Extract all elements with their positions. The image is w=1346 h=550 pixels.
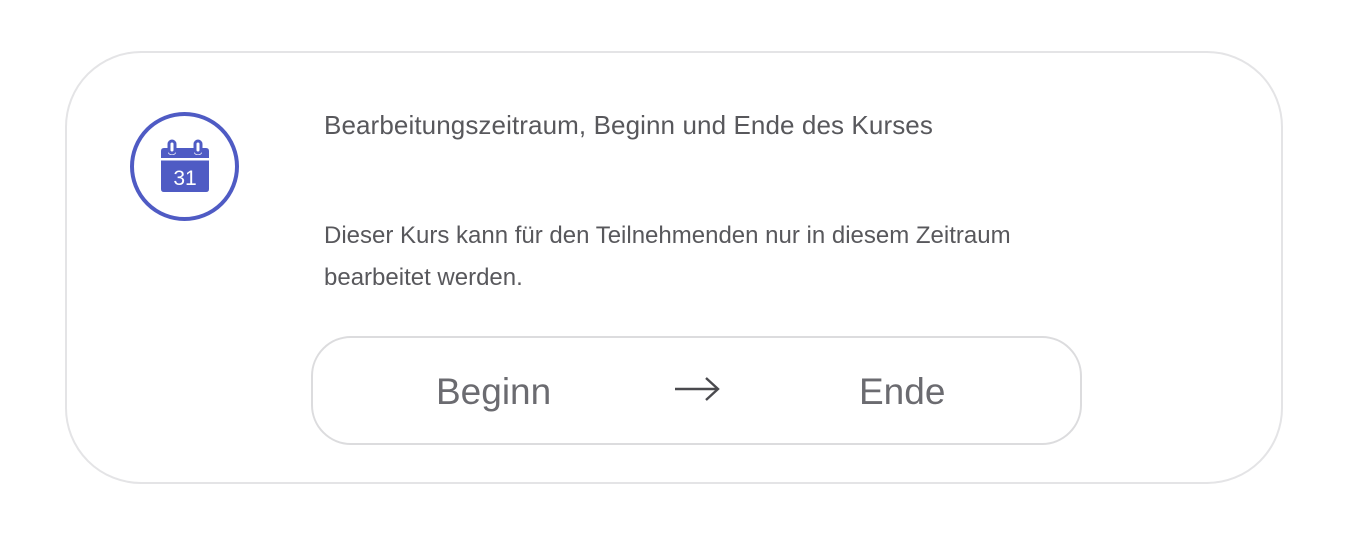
calendar-icon: 31	[160, 139, 209, 192]
arrow-right-icon	[673, 374, 721, 404]
start-date-field[interactable]: Beginn	[436, 338, 551, 443]
calendar-badge: 31	[130, 112, 239, 221]
calendar-day-number: 31	[173, 167, 196, 190]
section-title: Bearbeitungszeitraum, Beginn und Ende de…	[324, 110, 933, 140]
date-range-picker[interactable]: Beginn Ende	[311, 336, 1082, 445]
end-date-field[interactable]: Ende	[859, 338, 945, 443]
section-description: Dieser Kurs kann für den Teilnehmenden n…	[324, 222, 1011, 291]
course-period-card: 31 Bearbeitungszeitraum, Beginn und Ende…	[65, 51, 1283, 484]
